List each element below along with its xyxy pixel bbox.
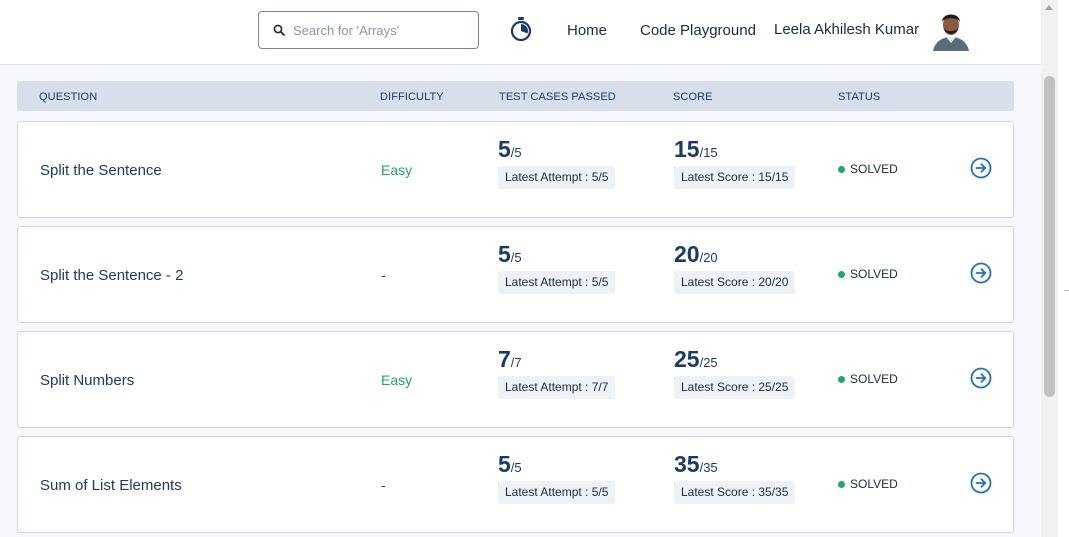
tests-total-value: /7 [510,355,522,370]
test-cases-metric: 5/5 [498,241,588,275]
difficulty-label: - [381,477,386,493]
score-metric: 25/25 [674,346,764,380]
latest-attempt-badge: Latest Attempt : 5/5 [498,481,616,504]
tests-passed-value: 5 [498,136,511,162]
test-cases-metric: 7/7 [498,346,588,380]
arrow-right-circle-icon[interactable] [970,262,992,284]
table-row[interactable]: Split the Sentence Easy 5/5 Latest Attempt … [17,121,1014,218]
arrow-right-circle-icon[interactable] [970,157,992,179]
latest-attempt-badge: Latest Attempt : 5/5 [498,271,616,294]
score-value: 20 [674,241,700,267]
question-title[interactable]: Sum of List Elements [40,477,182,494]
latest-attempt-badge: Latest Attempt : 5/5 [498,166,616,189]
question-title[interactable]: Split the Sentence [40,162,162,179]
table-row[interactable]: Split Numbers Easy 7/7 Latest Attempt : 7/7… [17,331,1014,428]
difficulty-label: - [381,267,386,283]
score-total-value: /15 [699,145,718,160]
scroll-up-arrow-icon[interactable] [1045,5,1053,10]
search-icon [273,24,285,36]
status-label: SOLVED [850,267,898,281]
tests-passed-value: 5 [498,241,511,267]
latest-score-badge: Latest Score : 20/20 [674,271,796,294]
user-avatar-icon [929,5,973,51]
nav-code-playground-link[interactable]: Code Playground [640,22,756,39]
status-dot-icon [838,375,845,383]
status-badge: SOLVED [838,372,898,386]
status-label: SOLVED [850,162,898,176]
tests-total-value: /5 [510,145,522,160]
user-name[interactable]: Leela Akhilesh Kumar [774,21,919,38]
nav-home-link[interactable]: Home [567,22,607,39]
score-metric: 15/15 [674,136,764,170]
column-header-difficulty: DIFFICULTY [380,91,444,103]
score-total-value: /35 [699,460,718,475]
stopwatch-icon[interactable] [509,16,533,42]
page-edge [1058,0,1069,537]
score-total-value: /20 [699,250,718,265]
arrow-right-circle-icon[interactable] [970,367,992,389]
column-header-question: QUESTION [39,91,98,103]
table-header: QUESTION DIFFICULTY TEST CASES PASSED SC… [17,81,1014,111]
question-title[interactable]: Split the Sentence - 2 [40,267,183,284]
tests-passed-value: 7 [498,346,511,372]
edge-divider [1064,290,1069,291]
avatar[interactable] [929,5,973,51]
score-metric: 20/20 [674,241,764,275]
status-label: SOLVED [850,477,898,491]
test-cases-metric: 5/5 [498,136,588,170]
latest-score-badge: Latest Score : 25/25 [674,376,796,399]
status-badge: SOLVED [838,162,898,176]
status-dot-icon [838,165,845,173]
latest-score-badge: Latest Score : 35/35 [674,481,796,504]
status-label: SOLVED [850,372,898,386]
column-header-status: STATUS [838,91,881,103]
score-value: 25 [674,346,700,372]
table-row[interactable]: Split the Sentence - 2-5/5 Latest Attempt… [17,226,1014,323]
question-title[interactable]: Split Numbers [40,372,134,389]
status-dot-icon [838,480,845,488]
score-metric: 35/35 [674,451,764,485]
table-row[interactable]: Sum of List Elements -5/5 Latest Attempt :… [17,436,1014,533]
arrow-right-circle-icon[interactable] [970,472,992,494]
search-input[interactable] [293,22,463,38]
score-value: 35 [674,451,700,477]
difficulty-label: Easy [381,372,413,388]
column-header-score: SCORE [673,91,713,103]
difficulty-label: Easy [381,162,413,178]
status-badge: SOLVED [838,267,898,281]
status-dot-icon [838,270,845,278]
tests-total-value: /5 [510,460,522,475]
test-cases-metric: 5/5 [498,451,588,485]
column-header-test-cases: TEST CASES PASSED [499,91,616,103]
top-header: Home Code Playground Leela Akhilesh Kuma… [0,0,1041,65]
tests-total-value: /5 [510,250,522,265]
tests-passed-value: 5 [498,451,511,477]
latest-attempt-badge: Latest Attempt : 7/7 [498,376,616,399]
scrollbar-thumb[interactable] [1044,76,1055,397]
score-value: 15 [674,136,700,162]
search-box[interactable] [258,11,479,49]
score-total-value: /25 [699,355,718,370]
latest-score-badge: Latest Score : 15/15 [674,166,796,189]
status-badge: SOLVED [838,477,898,491]
